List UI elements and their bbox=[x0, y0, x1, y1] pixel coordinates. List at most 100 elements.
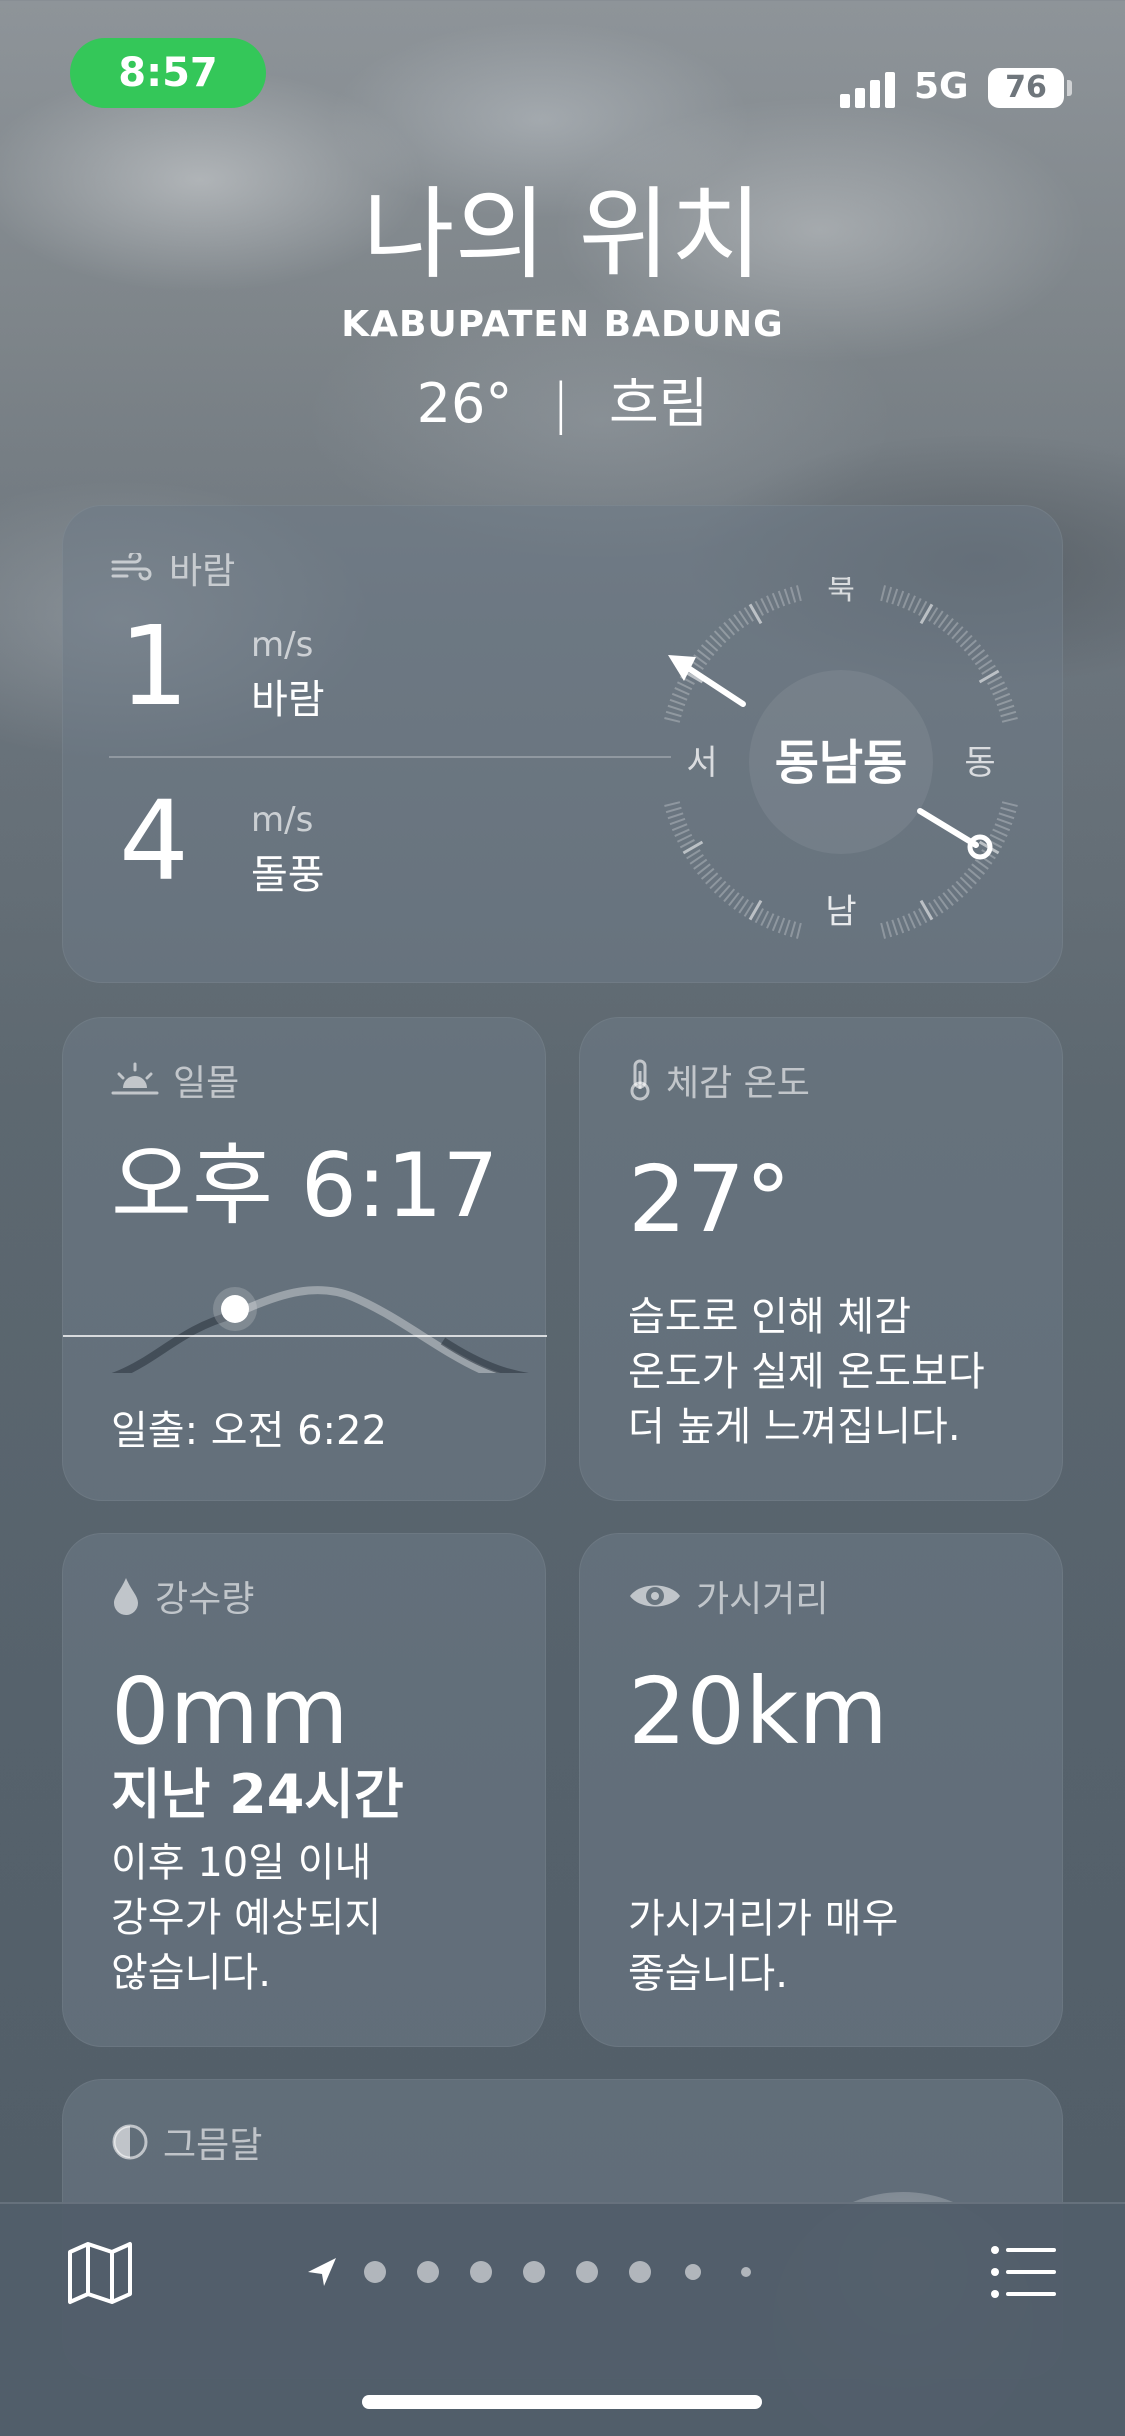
compass-tick bbox=[671, 823, 688, 832]
compass-tick bbox=[665, 806, 682, 814]
battery-icon: 76 bbox=[988, 68, 1064, 108]
compass-tick bbox=[994, 823, 1011, 832]
visibility-label-text: 가시거리 bbox=[696, 1579, 829, 1620]
compass-tick bbox=[676, 681, 693, 691]
wind-speed-label: 바람 bbox=[251, 677, 325, 723]
precipitation-value: 0mm bbox=[111, 1658, 349, 1765]
compass-tick bbox=[671, 692, 688, 701]
compass-tick bbox=[777, 917, 786, 934]
sunset-card-label: 일몰 bbox=[111, 1054, 239, 1106]
compass-south: 남 bbox=[825, 892, 856, 932]
sunset-label-text: 일몰 bbox=[173, 1063, 240, 1104]
location-header: 나의 위치 KABUPATEN BADUNG 26° | 흐림 bbox=[0, 170, 1125, 438]
compass-tick bbox=[664, 801, 681, 808]
map-icon[interactable] bbox=[66, 2240, 134, 2306]
compass-tick bbox=[896, 917, 905, 934]
feels-like-card-label: 체감 온도 bbox=[628, 1054, 810, 1106]
list-icon[interactable] bbox=[990, 2244, 1056, 2300]
home-indicator[interactable] bbox=[362, 2395, 762, 2409]
compass-tick bbox=[760, 910, 770, 927]
moon-card-label: 그믐달 bbox=[111, 2116, 262, 2168]
page-dot bbox=[364, 2261, 386, 2283]
page-dot bbox=[576, 2261, 598, 2283]
compass-tick bbox=[885, 921, 893, 938]
sunset-card[interactable]: 일몰 오후 6:17 일출: 오전 6:22 bbox=[62, 1017, 547, 1501]
compass-tick bbox=[674, 828, 690, 837]
network-type: 5G bbox=[914, 66, 969, 107]
compass-east: 동 bbox=[964, 743, 995, 783]
wind-card-label: 바람 bbox=[111, 542, 235, 594]
location-title: 나의 위치 bbox=[362, 176, 763, 293]
compass-tick bbox=[667, 812, 684, 820]
page-indicator[interactable] bbox=[306, 2252, 826, 2292]
compass-tick bbox=[891, 588, 899, 605]
page-dot bbox=[523, 2261, 545, 2283]
compass-tick bbox=[669, 698, 686, 707]
location-place: KABUPATEN BADUNG bbox=[341, 304, 784, 345]
compass-tick bbox=[907, 913, 916, 929]
visibility-desc: 가시거리가 매우 좋습니다. bbox=[628, 1892, 898, 2002]
compass-tick bbox=[912, 910, 922, 927]
compass-tick bbox=[907, 595, 916, 611]
compass-tick bbox=[789, 586, 797, 603]
status-time[interactable]: 8:57 bbox=[70, 38, 266, 108]
current-temp: 26° bbox=[416, 372, 513, 435]
wind-direction: 동남동 bbox=[775, 735, 907, 791]
compass-tick bbox=[665, 710, 682, 718]
compass-tick bbox=[795, 585, 802, 602]
compass-tick bbox=[766, 595, 775, 611]
sunset-time: 오후 6:17 bbox=[111, 1134, 499, 1237]
location-arrow-icon bbox=[308, 2258, 336, 2286]
precipitation-card[interactable]: 강수량 0mm 지난 24시간 이후 10일 이내 강우가 예상되지 않습니다. bbox=[62, 1533, 546, 2047]
compass-tick bbox=[998, 812, 1015, 820]
feels-like-label-text: 체감 온도 bbox=[666, 1063, 810, 1104]
page-dot bbox=[741, 2267, 751, 2277]
moon-label-text: 그믐달 bbox=[163, 2125, 263, 2166]
compass-tick bbox=[902, 915, 911, 932]
compass-tick bbox=[664, 716, 681, 723]
compass-tick bbox=[992, 687, 1008, 696]
precipitation-desc-2: 강우가 예상되지 bbox=[111, 1895, 382, 1941]
sun-path-below bbox=[111, 1311, 237, 1373]
battery-tip bbox=[1067, 80, 1072, 96]
compass-tick bbox=[783, 588, 791, 605]
compass-tick bbox=[912, 597, 922, 614]
sunset-icon bbox=[111, 1062, 159, 1095]
raindrop-icon bbox=[114, 1578, 138, 1615]
compass-west: 서 bbox=[686, 743, 717, 783]
compass-tick bbox=[771, 592, 780, 609]
visibility-desc-1: 가시거리가 매우 bbox=[628, 1896, 899, 1942]
compass-north: 북 bbox=[827, 577, 855, 607]
compass-tick bbox=[789, 921, 797, 938]
precipitation-desc-3: 않습니다. bbox=[111, 1950, 271, 1996]
feels-like-card[interactable]: 체감 온도 27° 습도로 인해 체감 온도가 실제 온도보다 더 높게 느껴집… bbox=[579, 1017, 1063, 1501]
wind-card[interactable]: 바람 1 m/s 바람 4 m/s 돌풍 북 남 서 동 동남동 bbox=[62, 505, 1063, 983]
compass-tick bbox=[1001, 716, 1018, 723]
cellular-signal-icon bbox=[840, 68, 900, 108]
compass-tick bbox=[996, 817, 1013, 826]
compass-tick bbox=[667, 704, 684, 712]
compass-tick bbox=[880, 585, 887, 602]
compass-tick bbox=[1000, 806, 1017, 814]
eye-icon bbox=[630, 1585, 680, 1607]
compass-tick bbox=[795, 922, 802, 939]
precipitation-label-text: 강수량 bbox=[155, 1579, 255, 1620]
page-dot bbox=[417, 2261, 439, 2283]
wind-gust-label: 돌풍 bbox=[251, 852, 325, 898]
wind-gust-unit: m/s bbox=[251, 800, 314, 840]
compass-tick bbox=[989, 833, 1006, 843]
compass-tick bbox=[669, 817, 686, 826]
compass-tick bbox=[1001, 801, 1018, 808]
precipitation-desc: 이후 10일 이내 강우가 예상되지 않습니다. bbox=[111, 1836, 381, 2001]
compass-tick bbox=[783, 919, 791, 936]
feels-like-desc: 습도로 인해 체감 온도가 실제 온도보다 더 높게 느껴집니다. bbox=[628, 1290, 985, 1455]
visibility-desc-2: 좋습니다. bbox=[628, 1951, 788, 1997]
compass-tick bbox=[992, 828, 1008, 837]
wind-icon bbox=[111, 553, 152, 581]
page-dot bbox=[685, 2264, 701, 2280]
compass-tick bbox=[771, 915, 780, 932]
visibility-card[interactable]: 가시거리 20km 가시거리가 매우 좋습니다. bbox=[579, 1533, 1063, 2047]
compass-tick bbox=[880, 922, 887, 939]
feels-like-desc-3: 더 높게 느껴집니다. bbox=[628, 1404, 961, 1450]
compass-tick bbox=[674, 687, 690, 696]
